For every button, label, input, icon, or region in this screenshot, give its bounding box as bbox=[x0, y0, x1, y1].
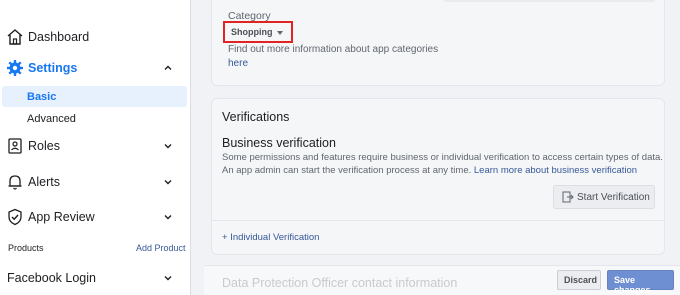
category-help-link[interactable]: here bbox=[228, 58, 248, 69]
scrolled-field-remnant bbox=[443, 0, 655, 2]
save-changes-label: Save changes bbox=[614, 275, 651, 295]
sidebar-item-label: Facebook Login bbox=[7, 271, 96, 285]
sidebar-item-app-review[interactable]: App Review bbox=[0, 202, 191, 232]
learn-more-link[interactable]: Learn more about business verification bbox=[474, 165, 637, 176]
caret-down-icon bbox=[277, 31, 283, 35]
sidebar-subitem-label: Basic bbox=[27, 90, 57, 103]
business-verification-description-2: An app admin can start the verification … bbox=[222, 165, 637, 176]
sidebar-item-dashboard[interactable]: Dashboard bbox=[0, 22, 191, 52]
start-verification-button[interactable]: Start Verification bbox=[553, 185, 655, 209]
sidebar-item-label: Dashboard bbox=[28, 30, 90, 44]
category-dropdown[interactable]: Shopping bbox=[223, 21, 293, 43]
roles-icon bbox=[8, 138, 22, 154]
sidebar-item-label: Alerts bbox=[28, 175, 60, 189]
chevron-down-icon bbox=[164, 180, 172, 185]
business-verification-description: Some permissions and features require bu… bbox=[222, 152, 663, 163]
sidebar-subitem-advanced[interactable]: Advanced bbox=[0, 108, 191, 129]
products-label: Products bbox=[8, 243, 44, 253]
sidebar-subitem-label: Advanced bbox=[27, 112, 76, 125]
description-text: An app admin can start the verification … bbox=[222, 165, 472, 176]
home-icon bbox=[7, 29, 23, 45]
discard-label: Discard bbox=[564, 275, 598, 285]
dpo-title: Data Protection Officer contact informat… bbox=[222, 276, 458, 290]
divider bbox=[212, 220, 664, 221]
category-value: Shopping bbox=[231, 27, 273, 37]
chevron-down-icon bbox=[164, 144, 172, 149]
start-verification-label: Start Verification bbox=[577, 192, 650, 203]
sidebar-item-label: Roles bbox=[28, 139, 60, 153]
sidebar-subitem-basic[interactable]: Basic bbox=[2, 86, 187, 107]
sign-in-icon bbox=[562, 191, 574, 203]
category-help-text: Find out more information about app cate… bbox=[228, 44, 439, 55]
basic-settings-card bbox=[211, 0, 665, 86]
add-product-link[interactable]: Add Product bbox=[136, 243, 186, 253]
sidebar-item-roles[interactable]: Roles bbox=[0, 131, 191, 161]
individual-verification-link[interactable]: + Individual Verification bbox=[222, 232, 319, 243]
business-verification-title: Business verification bbox=[222, 136, 336, 150]
products-header: Products Add Product bbox=[0, 243, 191, 259]
save-changes-button[interactable]: Save changes bbox=[607, 270, 674, 295]
chevron-down-icon bbox=[164, 215, 172, 220]
sidebar-item-settings[interactable]: Settings bbox=[0, 53, 191, 83]
sidebar-item-label: Settings bbox=[28, 61, 78, 75]
sidebar: Dashboard Settings Basic Advanced Roles bbox=[0, 0, 191, 295]
sidebar-item-alerts[interactable]: Alerts bbox=[0, 167, 191, 197]
bell-icon bbox=[8, 175, 22, 190]
gear-icon bbox=[7, 60, 23, 76]
chevron-up-icon bbox=[164, 65, 172, 70]
chevron-down-icon bbox=[164, 276, 172, 281]
sidebar-item-label: App Review bbox=[28, 210, 95, 224]
sidebar-item-facebook-login[interactable]: Facebook Login bbox=[0, 263, 191, 293]
verifications-title: Verifications bbox=[222, 110, 290, 124]
discard-button[interactable]: Discard bbox=[557, 270, 601, 290]
shield-check-icon bbox=[8, 208, 22, 226]
